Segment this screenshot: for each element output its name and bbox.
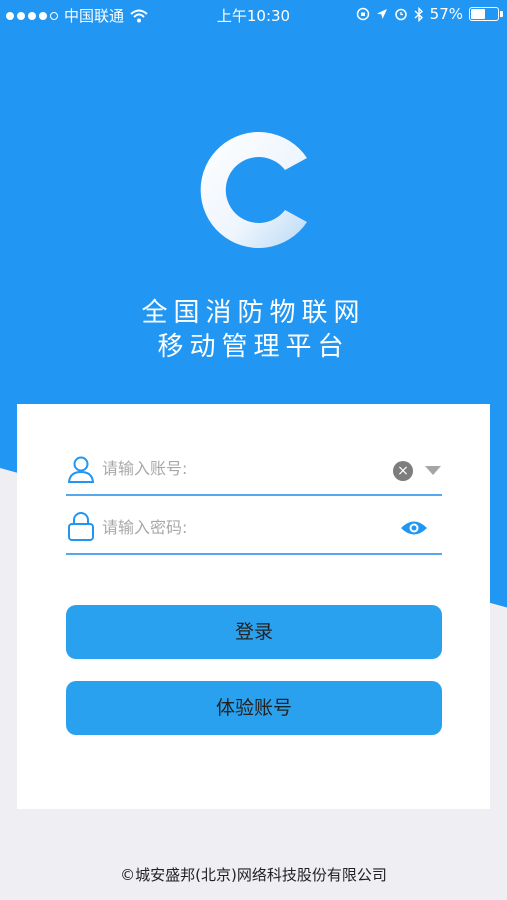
trial-account-button[interactable]: 体验账号 [66, 681, 442, 735]
battery-percent: 57% [429, 5, 463, 23]
dropdown-arrow-icon[interactable] [425, 466, 441, 475]
account-input[interactable] [100, 450, 394, 486]
status-bar: 中国联通 上午10:30 57% [0, 0, 507, 30]
eye-icon[interactable] [400, 518, 428, 538]
status-right: 57% [356, 5, 503, 23]
account-field: × [66, 442, 442, 496]
app-title-line2: 移动管理平台 [157, 332, 350, 362]
user-icon [67, 456, 95, 483]
copyright-text: ©城安盛邦(北京)网络科技股份有限公司 [120, 866, 387, 884]
password-input[interactable] [100, 509, 394, 545]
alarm-icon [394, 8, 407, 21]
orientation-lock-icon [356, 7, 369, 21]
battery-icon [469, 7, 503, 21]
location-arrow-icon [376, 9, 387, 19]
login-card: × 登录 体验账号 [17, 404, 490, 809]
bluetooth-icon [414, 6, 423, 22]
app-title-line1: 全国消防物联网 [141, 298, 366, 328]
c-logo-icon [200, 132, 307, 248]
password-field [66, 501, 442, 555]
battery-fill [471, 9, 485, 19]
login-button[interactable]: 登录 [66, 605, 442, 659]
clear-icon[interactable]: × [393, 461, 413, 481]
lock-icon [68, 512, 94, 541]
